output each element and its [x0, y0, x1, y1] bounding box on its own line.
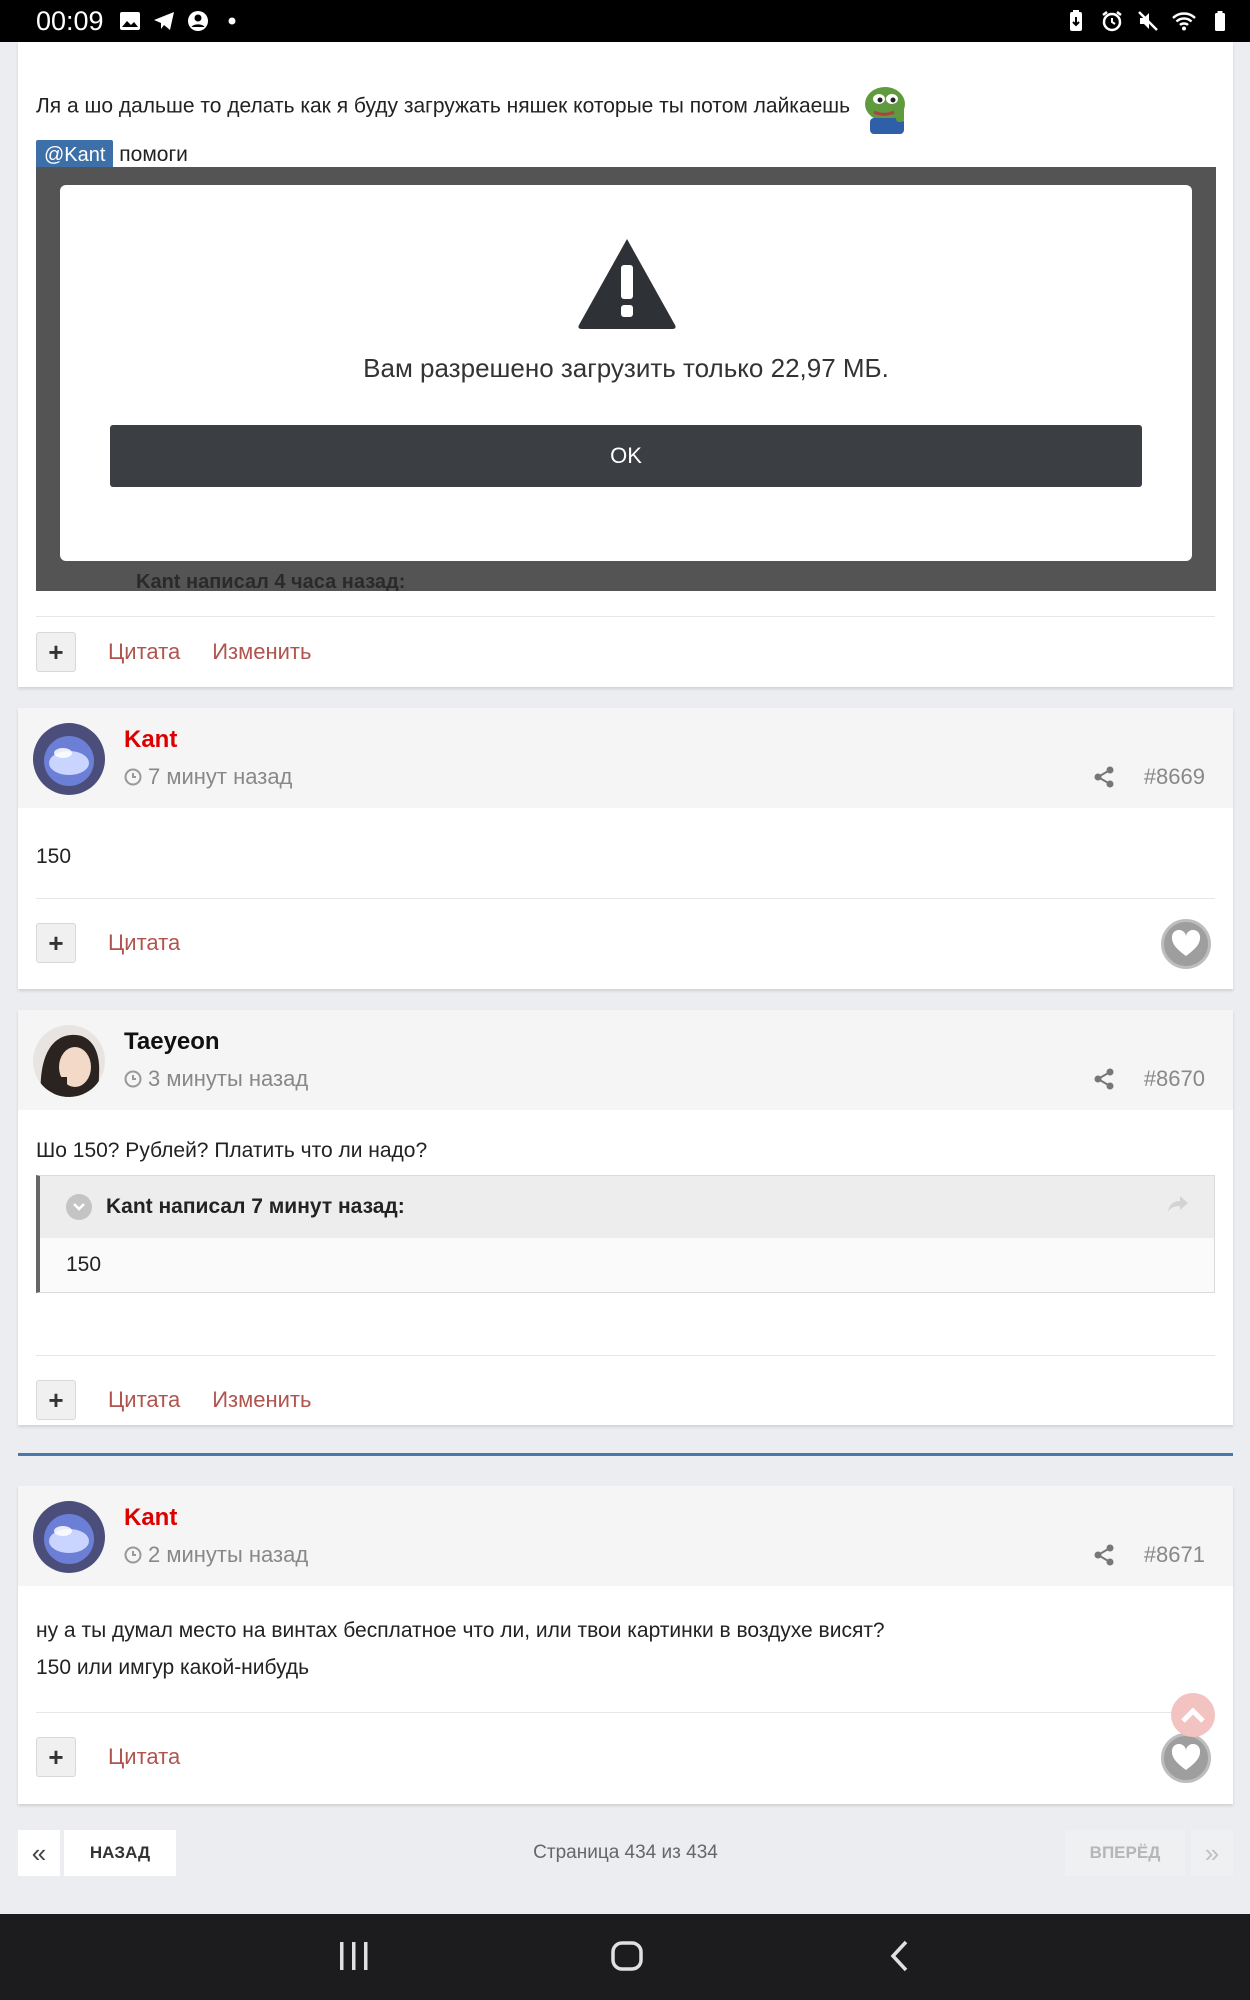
clock-icon: [124, 1546, 142, 1564]
like-button[interactable]: [1161, 1733, 1211, 1783]
warning-icon: [578, 239, 676, 329]
battery-saver-icon: [1070, 10, 1082, 31]
post-time[interactable]: 3 минуты назад: [148, 1066, 308, 1092]
account-icon: [187, 11, 208, 31]
post-actions: + Цитата: [18, 1713, 1233, 1801]
share-icon[interactable]: [1093, 1068, 1115, 1090]
mute-icon: [1138, 11, 1158, 31]
dialog-message: Вам разрешено загрузить только 22,97 МБ.: [363, 353, 889, 383]
dot-icon: [228, 17, 236, 25]
quote-text: 150: [40, 1238, 1214, 1292]
post-number[interactable]: #8671: [1144, 1542, 1205, 1568]
scroll-to-top-button[interactable]: [1171, 1693, 1215, 1737]
post-card: Taeyeon 3 минуты назад #8670 Шо 150? Руб…: [18, 1010, 1233, 1425]
back-icon[interactable]: [888, 1938, 912, 1974]
post-text: Шо 150? Рублей? Платить что ли надо?: [36, 1139, 428, 1162]
multiquote-button[interactable]: +: [36, 923, 76, 963]
quote-header-behind: Kant написал 4 часа назад:: [136, 571, 406, 591]
post-number[interactable]: #8670: [1144, 1066, 1205, 1092]
post-time[interactable]: 7 минут назад: [148, 764, 292, 790]
post-card: Kant 7 минут назад #8669 150 + Цитата: [18, 708, 1233, 989]
post-text-line: ну а ты думал место на винтах бесплатное…: [36, 1619, 885, 1642]
clock-icon: [124, 1070, 142, 1088]
post-time[interactable]: 2 минуты назад: [148, 1542, 308, 1568]
post-header: Kant 7 минут назад #8669: [18, 708, 1233, 808]
quote-link[interactable]: Цитата: [108, 1744, 180, 1770]
post-header: Taeyeon 3 минуты назад #8670: [18, 1010, 1233, 1110]
edit-link[interactable]: Изменить: [212, 1387, 311, 1413]
last-page-button[interactable]: »: [1191, 1830, 1233, 1876]
page-info: Страница 434 из 434: [533, 1842, 718, 1863]
quote-header[interactable]: Kant написал 7 минут назад:: [40, 1176, 1214, 1238]
share-icon[interactable]: [1093, 766, 1115, 788]
status-bar: 00:09: [0, 0, 1250, 42]
home-icon[interactable]: [610, 1938, 644, 1974]
quote-block: Kant написал 7 минут назад: 150: [36, 1175, 1215, 1293]
quote-link[interactable]: Цитата: [108, 930, 180, 956]
multiquote-button[interactable]: +: [36, 632, 76, 672]
quote-author: Kant написал 7 минут назад:: [106, 1195, 405, 1218]
ok-button[interactable]: OK: [110, 425, 1142, 487]
chevron-down-icon[interactable]: [66, 1194, 92, 1220]
recent-apps-icon[interactable]: [338, 1938, 370, 1974]
post-actions: + Цитата: [18, 899, 1233, 987]
multiquote-button[interactable]: +: [36, 1737, 76, 1777]
avatar[interactable]: [33, 1501, 105, 1573]
mention-after-text: помоги: [119, 143, 188, 166]
multiquote-button[interactable]: +: [36, 1380, 76, 1420]
avatar[interactable]: [33, 1025, 105, 1097]
avatar[interactable]: [33, 723, 105, 795]
clock-icon: [124, 768, 142, 786]
battery-icon: [1215, 11, 1225, 31]
post-card: Kant 2 минуты назад #8671 ну а ты думал …: [18, 1486, 1233, 1804]
post-text: 150: [36, 845, 72, 868]
new-posts-divider: [18, 1453, 1233, 1456]
next-button[interactable]: ВПЕРЁД: [1065, 1830, 1185, 1876]
share-icon[interactable]: [1093, 1544, 1115, 1566]
post-actions: + Цитата Изменить: [18, 1356, 1233, 1444]
wifi-icon: [1172, 12, 1196, 31]
navigation-bar: [0, 1914, 1250, 2000]
telegram-icon: [153, 12, 174, 30]
gallery-icon: [119, 12, 140, 30]
status-time: 00:09: [36, 5, 104, 36]
like-button[interactable]: [1161, 919, 1211, 969]
author-name[interactable]: Taeyeon: [124, 1028, 220, 1056]
post-text-line: 150 или имгур какой-нибудь: [36, 1656, 310, 1679]
mention-tag[interactable]: @Kant: [36, 140, 114, 170]
post-text: Ля а шо дальше то делать как я буду загр…: [36, 94, 851, 118]
post-actions: + Цитата Изменить: [18, 617, 1233, 687]
heart-icon: [1171, 930, 1201, 956]
quote-link[interactable]: Цитата: [108, 1387, 180, 1413]
edit-link[interactable]: Изменить: [212, 639, 311, 665]
alarm-icon: [1102, 11, 1122, 32]
modal-overlay: Kant написал 4 часа назад: Вам разрешено…: [36, 167, 1216, 591]
upload-limit-dialog: Вам разрешено загрузить только 22,97 МБ.…: [60, 185, 1192, 561]
chevron-up-icon: [1181, 1707, 1205, 1723]
go-to-post-icon[interactable]: [1166, 1194, 1190, 1214]
pepe-emoji: [860, 80, 914, 134]
heart-icon: [1171, 1744, 1201, 1770]
pagination: « НАЗАД Страница 434 из 434 ВПЕРЁД »: [18, 1830, 1233, 1878]
post-header: Kant 2 минуты назад #8671: [18, 1486, 1233, 1586]
post-number[interactable]: #8669: [1144, 764, 1205, 790]
post-card: Ля а шо дальше то делать как я буду загр…: [18, 42, 1233, 687]
author-name[interactable]: Kant: [124, 726, 177, 754]
author-name[interactable]: Kant: [124, 1504, 177, 1532]
quote-link[interactable]: Цитата: [108, 639, 180, 665]
